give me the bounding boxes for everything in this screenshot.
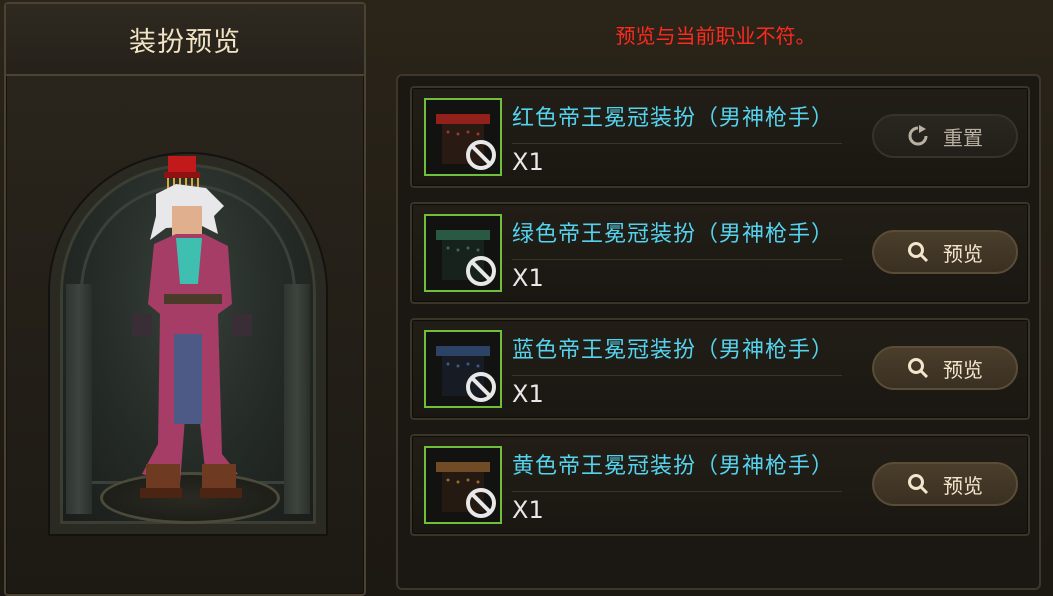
search-icon <box>908 242 929 263</box>
preview-title: 装扮预览 <box>129 26 241 58</box>
character-model[interactable] <box>106 154 276 524</box>
item-icon[interactable] <box>424 98 502 176</box>
divider <box>512 259 842 260</box>
divider <box>512 143 842 144</box>
preview-button-label: 预览 <box>943 473 983 498</box>
preview-button-label: 预览 <box>943 357 983 382</box>
list-item: 红色帝王冕冠装扮（男神枪手） X1 重置 <box>410 86 1030 188</box>
item-quantity: X1 <box>512 264 544 292</box>
stage-pillar-right <box>284 284 310 514</box>
forbidden-icon <box>466 372 496 402</box>
preview-button[interactable]: 预览 <box>872 230 1018 274</box>
item-icon[interactable] <box>424 446 502 524</box>
reset-icon <box>908 125 928 146</box>
costume-list: 红色帝王冕冠装扮（男神枪手） X1 重置 绿色帝王冕冠装扮（男神枪手） X1 预… <box>396 74 1041 590</box>
item-icon[interactable] <box>424 330 502 408</box>
divider <box>512 375 842 376</box>
reset-button[interactable]: 重置 <box>872 114 1018 158</box>
forbidden-icon <box>466 256 496 286</box>
reset-button-label: 重置 <box>943 125 983 150</box>
search-icon <box>908 474 929 495</box>
item-icon[interactable] <box>424 214 502 292</box>
item-name: 蓝色帝王冕冠装扮（男神枪手） <box>512 338 835 363</box>
costume-list-area: 预览与当前职业不符。 红色帝王冕冠装扮（男神枪手） X1 重置 绿色帝王冕冠装扮… <box>378 0 1053 596</box>
search-icon <box>908 358 929 379</box>
preview-panel: 装扮预览 <box>4 2 366 596</box>
item-quantity: X1 <box>512 148 544 176</box>
forbidden-icon <box>466 140 496 170</box>
job-mismatch-warning: 预览与当前职业不符。 <box>615 24 816 48</box>
forbidden-icon <box>466 488 496 518</box>
preview-button[interactable]: 预览 <box>872 462 1018 506</box>
list-item: 绿色帝王冕冠装扮（男神枪手） X1 预览 <box>410 202 1030 304</box>
item-name: 黄色帝王冕冠装扮（男神枪手） <box>512 454 835 479</box>
item-name: 红色帝王冕冠装扮（男神枪手） <box>512 106 835 131</box>
item-quantity: X1 <box>512 496 544 524</box>
list-item: 黄色帝王冕冠装扮（男神枪手） X1 预览 <box>410 434 1030 536</box>
preview-button[interactable]: 预览 <box>872 346 1018 390</box>
preview-button-label: 预览 <box>943 241 983 266</box>
costume-preview-window: 装扮预览 预览与当前职业不符。 红色帝王冕冠装扮（男神枪手） X1 重置 绿色帝… <box>0 0 1053 596</box>
preview-header: 装扮预览 <box>6 4 364 76</box>
list-item: 蓝色帝王冕冠装扮（男神枪手） X1 预览 <box>410 318 1030 420</box>
item-quantity: X1 <box>512 380 544 408</box>
stage-pillar-left <box>66 284 92 514</box>
divider <box>512 491 842 492</box>
item-name: 绿色帝王冕冠装扮（男神枪手） <box>512 222 835 247</box>
